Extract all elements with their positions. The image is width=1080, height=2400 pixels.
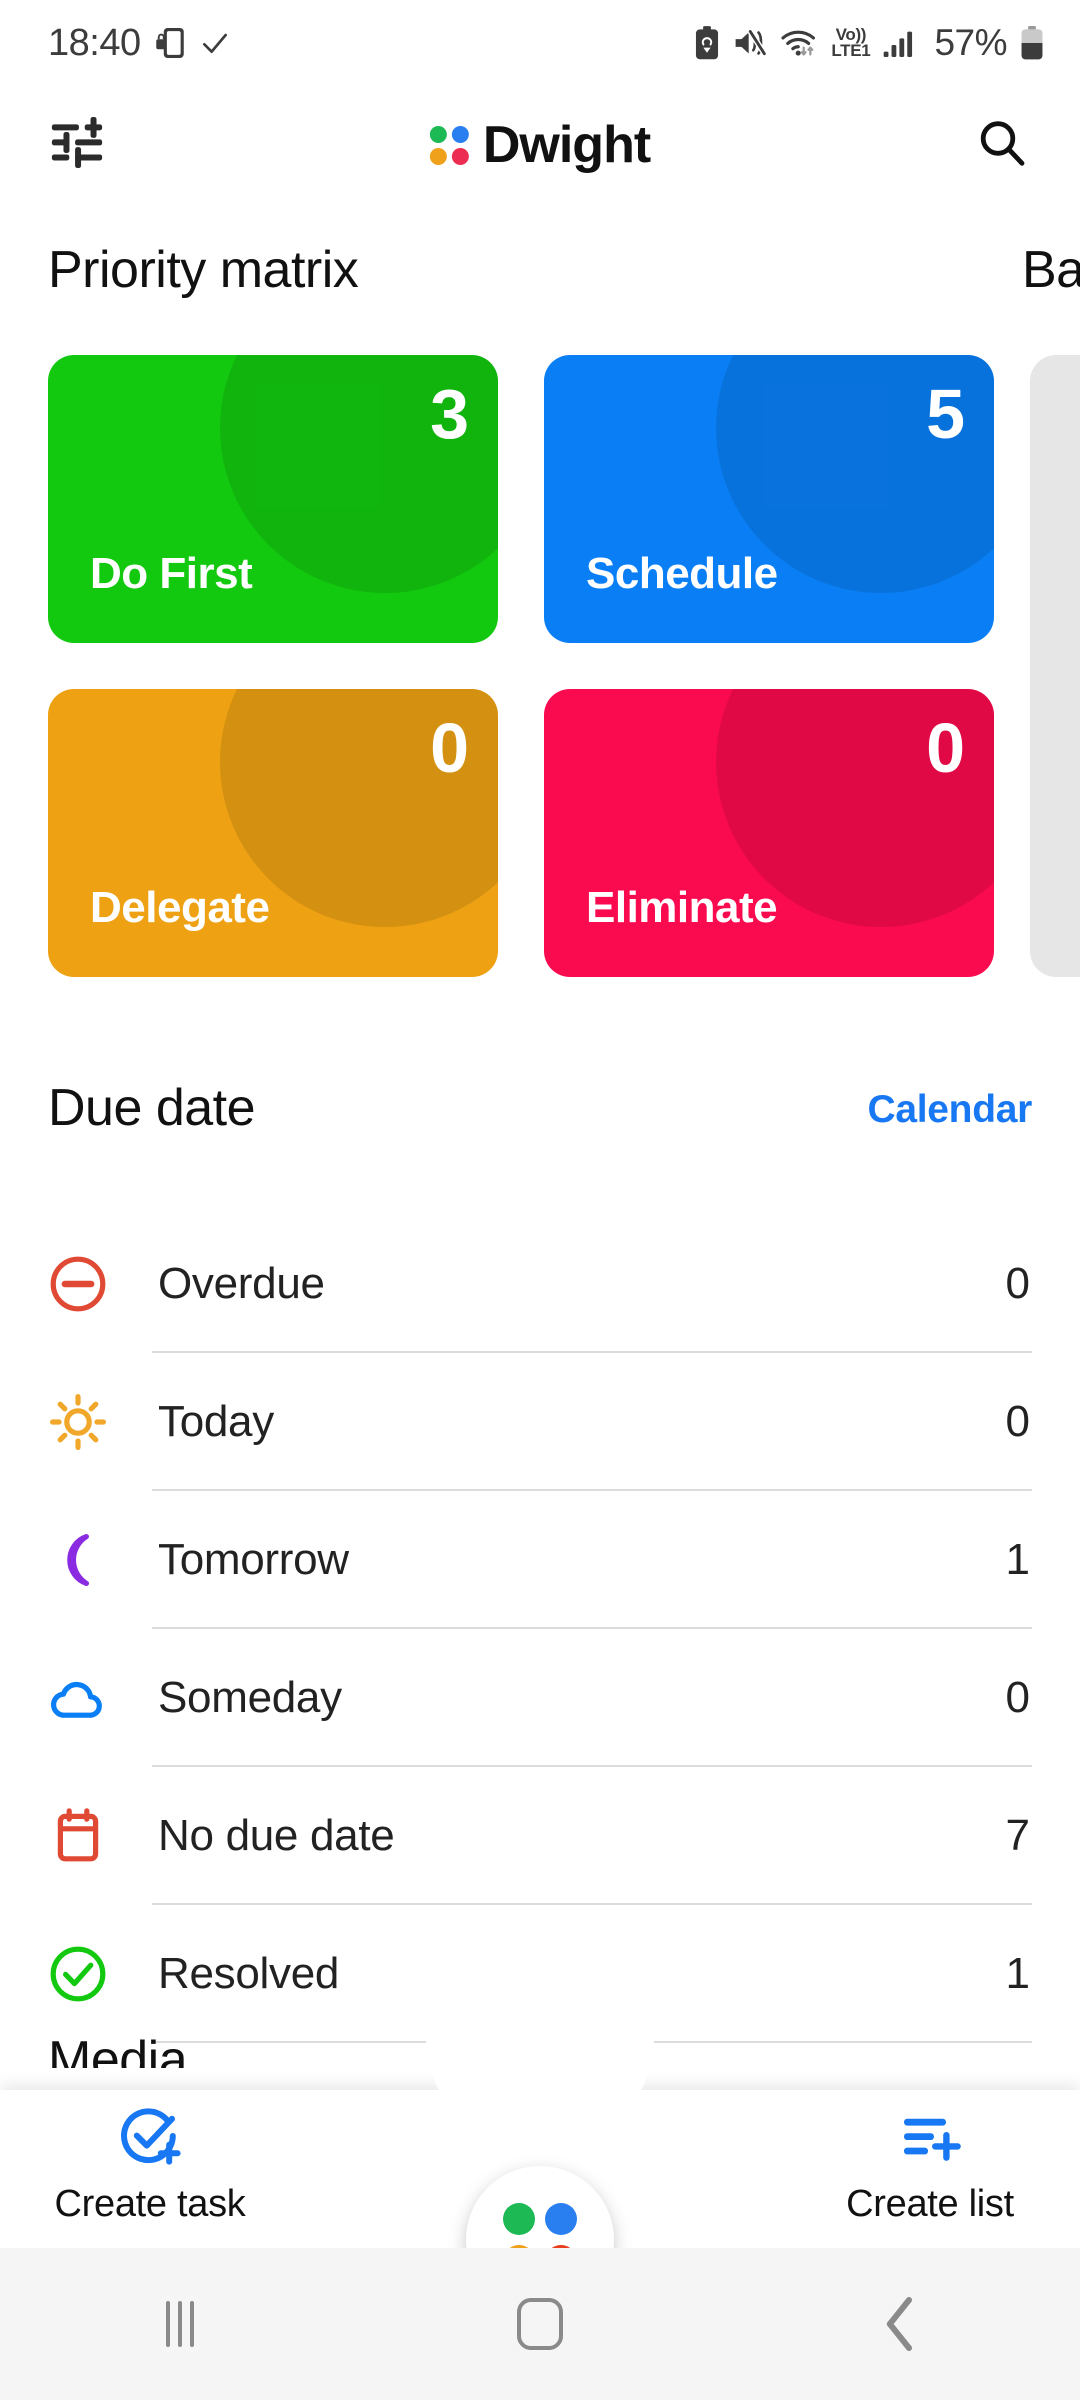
bottom-bar-notch: [426, 2038, 654, 2150]
logo-dot-orange: [429, 147, 447, 165]
matrix-card-schedule[interactable]: 5 Schedule: [544, 355, 994, 643]
create-list-label: Create list: [846, 2183, 1014, 2225]
sun-icon: [48, 1392, 152, 1452]
cloud-icon: [48, 1668, 152, 1728]
moon-icon: [48, 1530, 152, 1590]
due-date-row-today[interactable]: Today 0: [48, 1353, 1032, 1491]
matrix-card-label: Schedule: [586, 549, 778, 598]
matrix-card-eliminate[interactable]: 0 Eliminate: [544, 689, 994, 977]
due-date-row-label: No due date: [158, 1811, 395, 1860]
due-date-header: Due date Calendar: [0, 1078, 1080, 1164]
due-date-row-label: Someday: [158, 1673, 342, 1722]
matrix-card-label: Do First: [90, 549, 253, 598]
fab-dot-green: [503, 2203, 535, 2235]
status-bar-right: Vo)) LTE1 57%: [694, 22, 1044, 64]
create-list-button[interactable]: Create list: [780, 2106, 1080, 2226]
calendar-icon: [48, 1806, 152, 1866]
matrix-card-count: 3: [430, 375, 469, 453]
app-title: Dwight: [482, 116, 651, 174]
matrix-card-do-first[interactable]: 3 Do First: [48, 355, 498, 643]
matrix-card-count: 0: [926, 709, 965, 787]
recents-icon[interactable]: [0, 2301, 360, 2347]
dwight-logo-icon: [429, 125, 469, 165]
android-nav-bar: [0, 2248, 1080, 2400]
matrix-card-count: 5: [926, 375, 965, 453]
fab-dot-blue: [545, 2203, 577, 2235]
status-time: 18:40: [48, 21, 141, 64]
volte-bottom-label: LTE1: [831, 41, 871, 60]
app-screen: 18:40 Vo)) LTE1 57% Dwight Priority matr…: [0, 0, 1080, 2400]
logo-dot-red: [451, 147, 469, 165]
check-circle-plus-icon: [118, 2106, 182, 2173]
volte-icon: Vo)) LTE1: [831, 26, 871, 60]
home-icon[interactable]: [360, 2298, 720, 2350]
due-date-row-label: Resolved: [158, 1949, 340, 1998]
app-brand: Dwight: [429, 115, 651, 175]
matrix-card-delegate[interactable]: 0 Delegate: [48, 689, 498, 977]
due-date-row-count: 1: [1005, 1949, 1030, 1998]
back-icon[interactable]: [720, 2296, 1080, 2352]
due-date-row-label: Today: [158, 1397, 274, 1446]
due-date-row-no-due-date[interactable]: No due date 7: [48, 1767, 1032, 1905]
create-task-button[interactable]: Create task: [0, 2106, 300, 2226]
due-date-row-count: 0: [1005, 1673, 1030, 1722]
due-date-row-someday[interactable]: Someday 0: [48, 1629, 1032, 1767]
status-bar-left: 18:40: [48, 22, 231, 65]
next-section-title: Ba: [1022, 241, 1080, 299]
due-date-row-tomorrow[interactable]: Tomorrow 1: [48, 1491, 1032, 1629]
due-date-row-label: Tomorrow: [158, 1535, 349, 1584]
app-bar: Dwight: [0, 86, 1080, 204]
battery-percent: 57%: [934, 22, 1007, 63]
priority-matrix-grid: 3 Do First 5 Schedule 0 Delegate 0 Elimi…: [48, 355, 1080, 995]
due-date-list: Overdue 0 Today 0 Tomorrow 1 Someday 0 N…: [48, 1215, 1032, 2043]
status-bar: 18:40 Vo)) LTE1 57%: [0, 0, 1080, 86]
due-date-row-count: 7: [1005, 1811, 1030, 1860]
check-circle-icon: [48, 1944, 152, 2004]
priority-matrix-title: Priority matrix: [48, 241, 359, 299]
minus-circle-icon: [48, 1254, 152, 1314]
tune-icon[interactable]: [48, 115, 106, 176]
clipped-section-title: Media: [48, 2031, 188, 2068]
due-date-title: Due date: [48, 1079, 256, 1137]
check-icon: [202, 33, 227, 53]
matrix-card-label: Delegate: [90, 883, 270, 932]
due-date-row-resolved[interactable]: Resolved 1: [48, 1905, 1032, 2043]
due-date-row-count: 1: [1005, 1535, 1030, 1584]
due-date-row-overdue[interactable]: Overdue 0: [48, 1215, 1032, 1353]
matrix-card-label: Eliminate: [586, 883, 778, 932]
search-icon[interactable]: [976, 117, 1028, 174]
due-date-row-count: 0: [1005, 1259, 1030, 1308]
matrix-card-count: 0: [430, 709, 469, 787]
battery-icon: [1021, 26, 1043, 60]
logo-dot-blue: [451, 125, 469, 143]
signal-icon: [884, 31, 913, 57]
mute-icon: [735, 29, 768, 56]
wifi-icon: [781, 30, 816, 56]
due-date-row-count: 0: [1005, 1397, 1030, 1446]
calendar-link[interactable]: Calendar: [868, 1088, 1033, 1132]
battery-saver-icon: [696, 26, 719, 60]
due-date-row-label: Overdue: [158, 1259, 325, 1308]
logo-dot-green: [429, 125, 447, 143]
list-plus-icon: [898, 2106, 962, 2173]
create-task-label: Create task: [54, 2183, 246, 2225]
screen-lock-icon: [155, 28, 184, 58]
